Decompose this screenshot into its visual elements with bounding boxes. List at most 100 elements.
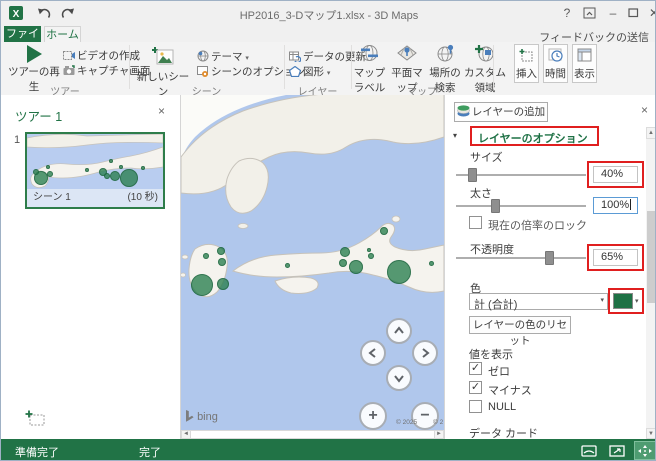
plus-icon: +	[368, 407, 377, 424]
show-values-label: 値を表示	[469, 346, 513, 362]
scroll-down-icon[interactable]: ▼	[646, 428, 656, 439]
map-rotate-left-button[interactable]	[360, 340, 386, 366]
new-scene-small-icon[interactable]	[25, 410, 46, 427]
dropdown-caret-icon: ▾	[327, 70, 331, 77]
scene-thumbnail[interactable]: シーン 1 (10 秒)	[25, 132, 165, 209]
chevron-left-icon	[362, 342, 384, 364]
add-layer-button[interactable]: レイヤーの追加	[454, 102, 548, 122]
scene-caption: シーン 1 (10 秒)	[27, 189, 163, 207]
lock-scale-label: 現在の倍率のロック	[488, 217, 587, 233]
scene-number: 1	[14, 134, 20, 146]
map-data-bubble[interactable]	[429, 261, 434, 266]
annotation-box-color	[608, 288, 644, 314]
map-data-bubble[interactable]	[217, 278, 229, 290]
map-data-bubble[interactable]	[203, 253, 209, 259]
collapse-caret-icon[interactable]: ▾	[453, 131, 457, 140]
map-copyright: © 2025	[396, 419, 417, 426]
annotation-box-layer-options	[470, 126, 599, 146]
bing-logo: bing	[185, 410, 218, 423]
status-pan-mode-button[interactable]	[635, 442, 655, 459]
layers-icon	[457, 105, 470, 117]
map-data-bubble[interactable]	[340, 247, 350, 257]
opacity-slider[interactable]	[456, 257, 586, 259]
map-data-bubble	[85, 168, 89, 172]
custom-regions-icon	[475, 44, 495, 62]
minimize-button[interactable]: –	[603, 4, 623, 22]
thickness-value-input[interactable]: 100%	[593, 197, 638, 214]
map-data-bubble	[47, 171, 53, 177]
map-data-bubble	[119, 165, 123, 169]
scroll-right-icon[interactable]: ►	[434, 430, 444, 439]
annotation-box-opacity	[587, 244, 644, 271]
restore-button[interactable]	[628, 8, 639, 18]
layer-panel-close-icon[interactable]: ×	[641, 104, 648, 116]
map-data-bubble[interactable]	[367, 248, 371, 252]
scroll-left-icon[interactable]: ◄	[181, 430, 191, 439]
size-slider[interactable]	[456, 174, 586, 176]
map-data-bubble	[141, 166, 145, 170]
tab-home[interactable]: ホーム	[44, 26, 81, 43]
thickness-slider-thumb[interactable]	[491, 199, 500, 213]
map-data-bubble[interactable]	[217, 247, 225, 255]
insert-button[interactable]: 挿入	[514, 44, 539, 83]
scrollbar-thumb[interactable]	[647, 211, 655, 303]
scroll-up-icon[interactable]: ▲	[646, 127, 656, 139]
check-icon: ✓	[471, 381, 480, 393]
zero-checkbox[interactable]: ✓	[469, 362, 482, 375]
map-horizontal-scrollbar[interactable]	[181, 430, 444, 439]
title-bar: X HP2016_3-Dマップ1.xlsx - 3D Maps ? – ✕	[1, 1, 656, 26]
map-data-bubble[interactable]	[339, 259, 347, 267]
shapes-button[interactable]: 図形 ▾	[289, 64, 330, 79]
lock-scale-checkbox[interactable]	[469, 216, 482, 229]
map-data-bubble	[120, 169, 138, 187]
map-labels-icon	[360, 44, 379, 62]
minus-checkbox[interactable]: ✓	[469, 381, 482, 394]
map-data-bubble[interactable]	[368, 253, 374, 259]
status-flat-view-button[interactable]	[579, 442, 599, 459]
thickness-slider[interactable]	[456, 205, 586, 207]
status-done: 完了	[139, 444, 161, 460]
map-data-bubble[interactable]	[387, 260, 411, 284]
map-viewport[interactable]: + − bing © 2025 © 2	[181, 95, 444, 430]
scene-thumbnail-bubbles	[27, 134, 163, 189]
view-button[interactable]: 表示	[572, 44, 597, 83]
bing-logo-icon	[185, 410, 194, 422]
map-tilt-up-button[interactable]	[386, 318, 412, 344]
flat-map-icon	[397, 44, 417, 62]
status-fit-screen-button[interactable]	[607, 442, 627, 459]
close-button[interactable]: ✕	[644, 4, 656, 22]
map-data-bubble[interactable]	[349, 260, 363, 274]
map-zoom-in-button[interactable]: +	[359, 402, 387, 430]
opacity-slider-thumb[interactable]	[545, 251, 554, 265]
color-field-dropdown[interactable]: 計 (合計) ▾	[469, 293, 608, 310]
map-data-bubble[interactable]	[218, 258, 226, 266]
map-rotate-right-button[interactable]	[412, 340, 438, 366]
dropdown-caret-icon: ▾	[600, 296, 604, 304]
view-panes-icon	[577, 48, 592, 63]
theme-button[interactable]: テーマ ▾	[197, 49, 249, 64]
tour-panel-close-icon[interactable]: ×	[158, 105, 165, 117]
null-checkbox[interactable]	[469, 400, 482, 413]
play-icon	[27, 45, 42, 63]
size-slider-thumb[interactable]	[468, 168, 477, 182]
3d-maps-window: X HP2016_3-Dマップ1.xlsx - 3D Maps ? – ✕ ファ…	[0, 0, 656, 461]
ribbon: ツアーの再生 ▾ ビデオの作成 キャプチャ画面 ツアー	[1, 42, 656, 96]
time-button[interactable]: 時間	[543, 44, 568, 83]
chevron-up-icon	[388, 320, 410, 342]
four-arrows-icon	[637, 444, 653, 458]
map-data-bubble	[110, 171, 120, 181]
map-tilt-down-button[interactable]	[386, 365, 412, 391]
clock-icon	[548, 48, 563, 63]
map-data-bubble[interactable]	[380, 227, 388, 235]
map-data-bubble[interactable]	[191, 274, 213, 296]
minus-icon: −	[420, 407, 429, 424]
tab-file[interactable]: ファイル	[4, 26, 41, 43]
map-data-bubble[interactable]	[285, 263, 290, 268]
ribbon-display-options-icon[interactable]	[583, 7, 597, 19]
minus-label: マイナス	[488, 382, 532, 398]
reset-layer-colors-button[interactable]: レイヤーの色のリセット	[469, 316, 571, 334]
scene-duration: (10 秒)	[127, 189, 158, 207]
help-button[interactable]: ?	[557, 4, 577, 22]
annotation-box-size	[587, 161, 644, 188]
tour-title: ツアー 1	[15, 106, 62, 125]
